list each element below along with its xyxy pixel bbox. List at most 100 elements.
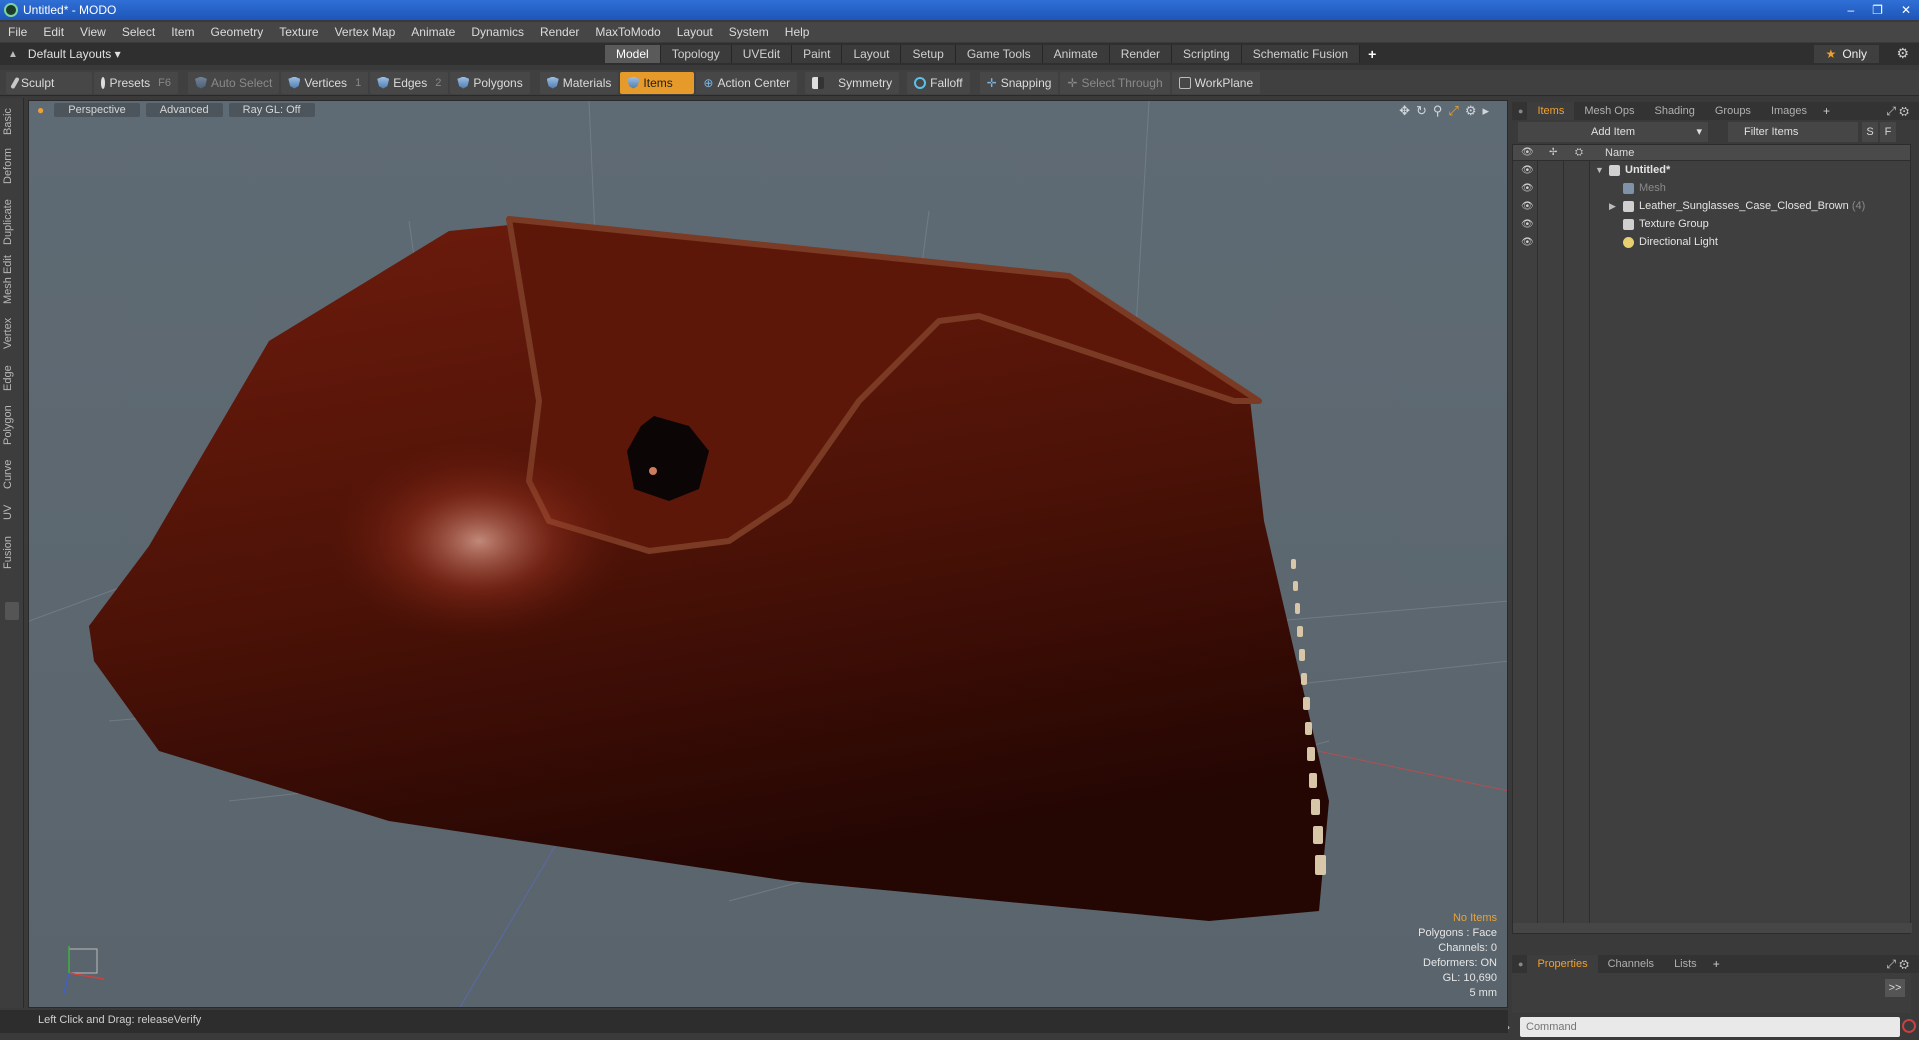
visibility-eye-icon[interactable]: 👁 [1521,183,1534,194]
select-through-button[interactable]: ✛ Select Through [1060,71,1170,94]
vtab-fusion[interactable]: Fusion [2,530,22,574]
viewport-menu-dot-icon[interactable]: ● [37,103,44,117]
menu-animate[interactable]: Animate [403,25,463,39]
collapse-arrow-icon[interactable]: ▼ [1595,165,1604,175]
add-properties-tab-button[interactable]: + [1707,957,1726,971]
s-button[interactable]: S [1862,122,1878,142]
raygl-button[interactable]: Ray GL: Off [228,103,315,117]
tree-row-directional-light[interactable]: 👁 Directional Light [1513,233,1912,251]
tab-model[interactable]: Model [605,45,661,63]
edges-button[interactable]: Edges 2 [370,71,449,94]
vtab-basic[interactable]: Basic [2,104,22,140]
menu-maxtomodo[interactable]: MaxToModo [587,25,668,39]
vtab-deform[interactable]: Deform [2,144,22,188]
vtab-vertex[interactable]: Vertex [2,312,22,354]
tab-paint[interactable]: Paint [792,45,843,63]
collapse-up-icon[interactable]: ▲ [8,49,18,60]
menu-vertex-map[interactable]: Vertex Map [327,25,404,39]
falloff-button[interactable]: Falloff [907,71,970,94]
menu-file[interactable]: File [0,25,35,39]
vtab-uv[interactable]: UV [2,498,22,526]
menu-help[interactable]: Help [777,25,818,39]
vtab-curve[interactable]: Curve [2,454,22,494]
vtab-duplicate[interactable]: Duplicate [2,194,22,250]
view-perspective-button[interactable]: Perspective [54,103,140,117]
gear-icon[interactable]: ⚙ [1896,45,1909,62]
viewport-gear-icon[interactable]: ⚙ [1465,103,1477,119]
close-button[interactable]: ✕ [1901,3,1911,17]
menu-select[interactable]: Select [114,25,163,39]
menu-layout[interactable]: Layout [669,25,721,39]
tab-groups[interactable]: Groups [1705,102,1761,120]
panel-dot-icon[interactable]: ● [1518,959,1523,969]
menu-view[interactable]: View [72,25,114,39]
tab-topology[interactable]: Topology [660,45,732,63]
tab-items[interactable]: Items [1527,102,1575,120]
vtab-edge[interactable]: Edge [2,360,22,396]
command-input[interactable] [1520,1017,1900,1037]
only-button[interactable]: ★ Only [1813,45,1879,63]
tab-shading[interactable]: Shading [1644,102,1704,120]
tab-lists[interactable]: Lists [1664,955,1707,973]
visibility-eye-icon[interactable]: 👁 [1521,219,1534,230]
materials-button[interactable]: Materials [539,71,619,94]
tree-row-untitled[interactable]: 👁 ▼ Untitled* [1513,161,1912,179]
tab-properties[interactable]: Properties [1527,955,1598,973]
tab-render[interactable]: Render [1109,45,1173,63]
tab-uvedit[interactable]: UVEdit [731,45,793,63]
tab-scripting[interactable]: Scripting [1172,45,1242,63]
tab-images[interactable]: Images [1761,102,1817,120]
shading-advanced-button[interactable]: Advanced [145,103,223,117]
snapping-button[interactable]: ✛ Snapping [979,71,1059,94]
items-button[interactable]: Items [620,71,695,94]
visibility-eye-icon[interactable]: 👁 [1521,237,1534,248]
vtab-mesh-edit[interactable]: Mesh Edit [2,254,22,306]
add-panel-tab-button[interactable]: + [1817,104,1836,118]
tab-schematic-fusion[interactable]: Schematic Fusion [1241,45,1361,63]
tab-mesh-ops[interactable]: Mesh Ops [1574,102,1644,120]
pan-icon[interactable]: ✥ [1399,103,1410,119]
panel-options-gear-icon[interactable]: ⤢ ⚙ [1886,104,1909,119]
filter-items-input[interactable]: Filter Items [1728,122,1858,142]
polygons-button[interactable]: Polygons [450,71,530,94]
vertices-button[interactable]: Vertices 1 [281,71,369,94]
tree-row-leather-case[interactable]: 👁 ▶ Leather_Sunglasses_Case_Closed_Brown… [1513,197,1912,215]
sculpt-button[interactable]: Sculpt [6,71,92,94]
add-layout-tab-button[interactable]: + [1360,45,1384,63]
visibility-eye-icon[interactable]: 👁 [1521,201,1534,212]
tree-row-mesh[interactable]: 👁 Mesh [1513,179,1912,197]
workplane-button[interactable]: WorkPlane [1171,71,1261,94]
tab-game-tools[interactable]: Game Tools [955,45,1043,63]
zoom-icon[interactable]: ⚲ [1433,103,1443,119]
menu-system[interactable]: System [721,25,777,39]
f-button[interactable]: F [1880,122,1896,142]
visibility-eye-icon[interactable]: 👁 [1521,165,1534,176]
menu-render[interactable]: Render [532,25,587,39]
menu-geometry[interactable]: Geometry [203,25,272,39]
properties-options-gear-icon[interactable]: ⤢ ⚙ [1886,957,1909,972]
menu-item[interactable]: Item [163,25,202,39]
auto-select-button[interactable]: Auto Select [188,71,280,94]
tab-setup[interactable]: Setup [901,45,956,63]
tab-animate[interactable]: Animate [1042,45,1110,63]
presets-button[interactable]: Presets F6 [94,71,178,94]
tab-layout[interactable]: Layout [842,45,902,63]
add-item-dropdown[interactable]: Add Item ▾ [1518,122,1708,142]
expand-arrow-icon[interactable]: ▶ [1609,201,1616,212]
tree-row-texture-group[interactable]: 👁 Texture Group [1513,215,1912,233]
3d-viewport[interactable]: ● Perspective Advanced Ray GL: Off ✥ ↻ ⚲… [28,100,1508,1008]
vtab-polygon[interactable]: Polygon [2,400,22,450]
maximize-button[interactable]: ❐ [1872,3,1883,17]
panel-toggle-button[interactable] [5,602,19,620]
menu-texture[interactable]: Texture [271,25,326,39]
panel-dot-icon[interactable]: ● [1518,106,1523,116]
tab-channels[interactable]: Channels [1598,955,1664,973]
menu-dynamics[interactable]: Dynamics [463,25,532,39]
command-stop-icon[interactable] [1902,1019,1916,1033]
expand-properties-button[interactable]: >> [1885,979,1905,997]
rotate-icon[interactable]: ↻ [1416,103,1427,119]
minimize-button[interactable]: – [1847,3,1854,17]
layout-selector[interactable]: Default Layouts ▾ [28,47,121,61]
action-center-button[interactable]: ⊕ Action Center [696,71,798,94]
symmetry-button[interactable]: Symmetry [805,71,900,94]
